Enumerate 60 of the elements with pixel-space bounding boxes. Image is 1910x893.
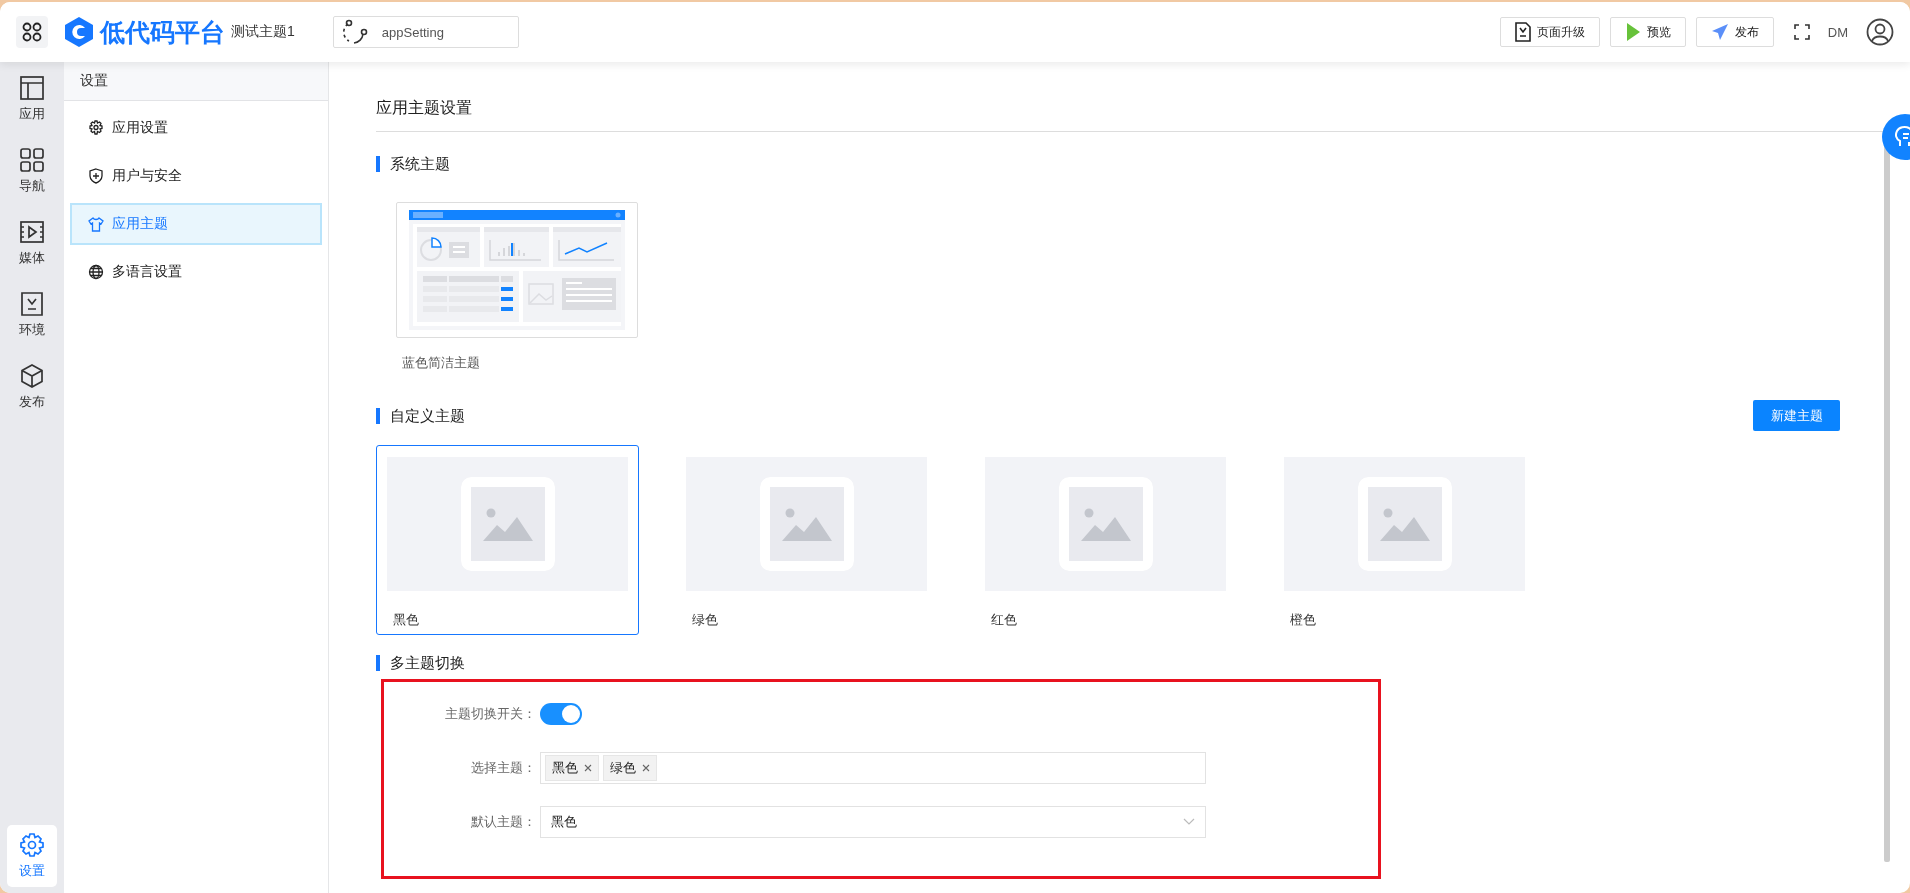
section-title: 自定义主题	[376, 407, 465, 424]
globe-icon	[88, 264, 104, 280]
user-avatar-icon[interactable]	[1866, 18, 1894, 46]
app-name: 测试主题1	[231, 23, 295, 41]
theme-card[interactable]: 黑色	[376, 445, 639, 635]
field-label: 默认主题：	[470, 813, 536, 831]
settings-icon	[88, 120, 104, 136]
close-icon[interactable]	[584, 764, 592, 772]
rail-item[interactable]: 媒体	[7, 212, 57, 274]
theme-name: 蓝色简洁主题	[401, 354, 481, 372]
rail-item[interactable]: 应用	[7, 68, 57, 130]
play-icon	[1624, 22, 1641, 42]
paper-plane-icon	[1710, 23, 1729, 41]
theme-card[interactable]: 绿色	[675, 445, 938, 635]
theme-card[interactable]: 红色	[974, 445, 1237, 635]
rail-item[interactable]: 发布	[7, 356, 57, 418]
video-icon	[19, 219, 45, 245]
new-theme-button[interactable]: 新建主题	[1753, 400, 1840, 431]
close-icon[interactable]	[642, 764, 650, 772]
theme-tag: 绿色	[603, 755, 657, 781]
multi-select-field[interactable]: 黑色 绿色	[540, 752, 1206, 784]
theme-name: 橙色	[1289, 611, 1317, 629]
theme-preview-drawing[interactable]	[396, 202, 638, 338]
document-icon	[1514, 22, 1531, 42]
section-title: 多主题切换	[376, 655, 465, 671]
preview-button[interactable]: 预览	[1609, 17, 1686, 47]
sidebar-item[interactable]: 多语言设置	[70, 251, 322, 293]
document-icon	[19, 291, 45, 317]
rail-item[interactable]: 导航	[7, 140, 57, 202]
cube-icon	[19, 363, 45, 389]
app-grid-icon[interactable]	[16, 16, 48, 48]
page-select[interactable]: appSetting	[332, 16, 519, 48]
theme-name: 黑色	[392, 611, 420, 629]
theme-card[interactable]: 橙色	[1273, 445, 1536, 635]
section-title: 系统主题	[376, 156, 450, 172]
sidebar-item[interactable]: 应用设置	[70, 107, 322, 149]
grid-icon	[19, 147, 45, 173]
logo-text: 低代码平台	[100, 16, 225, 48]
default-theme-select[interactable]: 黑色	[540, 806, 1206, 838]
theme-name: 绿色	[691, 611, 719, 629]
user-initials: DM	[1827, 24, 1848, 40]
theme-name: 红色	[990, 611, 1018, 629]
layout-icon	[19, 75, 45, 101]
fullscreen-icon[interactable]	[1793, 24, 1810, 40]
rail-item[interactable]: 环境	[7, 284, 57, 346]
page-upgrade-button[interactable]: 页面升级	[1499, 17, 1600, 47]
theme-tag: 黑色	[545, 755, 599, 781]
shield-icon	[88, 168, 104, 184]
sidebar-item[interactable]: 用户与安全	[70, 155, 322, 197]
logo-icon	[64, 16, 94, 48]
sidebar-title: 设置	[64, 62, 328, 101]
rail-item[interactable]: 设置	[7, 825, 57, 887]
settings-icon	[19, 832, 45, 858]
field-label: 主题切换开关：	[444, 705, 536, 723]
toggle-switch[interactable]	[540, 703, 582, 725]
chevron-down-icon	[1183, 818, 1195, 826]
publish-button[interactable]: 发布	[1695, 17, 1774, 47]
sidebar-item[interactable]: 应用主题	[70, 203, 322, 245]
shirt-icon	[88, 216, 104, 232]
field-label: 选择主题：	[470, 759, 536, 777]
